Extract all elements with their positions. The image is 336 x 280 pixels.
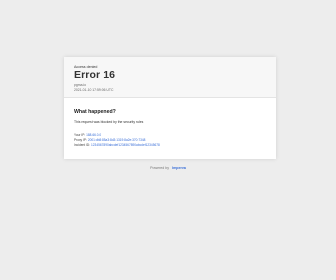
detail-row-proxy-ip: Proxy IP: 2001:db8:85a3:8d3:1319:8a2e:37… (74, 138, 145, 142)
error-title: Error 16 (74, 69, 116, 81)
error-header: Access denied Error 16 pgma.io 2021-01-1… (64, 57, 276, 98)
detail-row-your-ip: Your IP: 188.66.0.0 (74, 133, 101, 137)
error-page: Access denied Error 16 pgma.io 2021-01-1… (0, 0, 336, 280)
detail-value: 188.66.0.0 (86, 133, 102, 137)
footer: Powered by Imperva (0, 166, 336, 170)
detail-label: Proxy IP: (74, 138, 87, 142)
powered-by-label: Powered by (150, 166, 170, 170)
explanation-text: This request was blocked by the security… (74, 120, 144, 124)
detail-value: 1234567890abcdef1234567890abcdef12345678 (91, 143, 160, 147)
detail-value: 2001:db8:85a3:8d3:1319:8a2e:370:7348 (87, 138, 146, 142)
what-happened-heading: What happened? (74, 109, 116, 115)
timestamp: 2021-01-10 17:59:06 UTC (74, 87, 114, 92)
detail-label: Incident ID: (74, 143, 91, 147)
host-name: pgma.io (74, 83, 87, 87)
detail-row-incident-id: Incident ID: 1234567890abcdef1234567890a… (74, 143, 160, 147)
error-card: Access denied Error 16 pgma.io 2021-01-1… (64, 57, 276, 159)
brand-link[interactable]: Imperva (172, 166, 186, 170)
detail-label: Your IP: (74, 133, 86, 137)
